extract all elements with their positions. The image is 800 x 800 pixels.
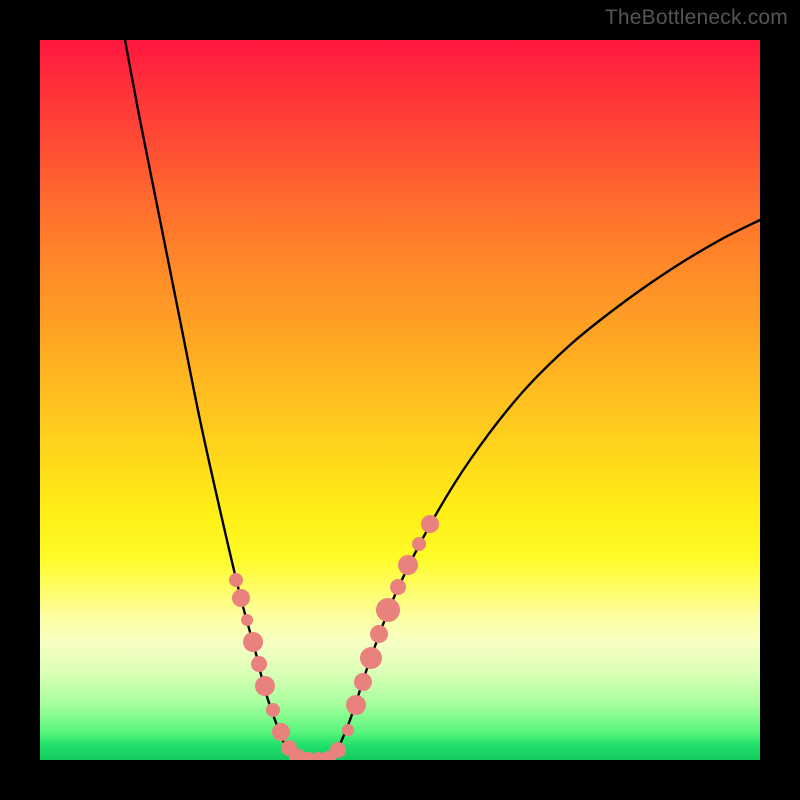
bottleneck-curve [125, 40, 760, 760]
chart-frame: TheBottleneck.com [0, 0, 800, 800]
highlight-dot [266, 703, 280, 717]
highlight-dot [421, 515, 439, 533]
highlight-dot [354, 673, 372, 691]
highlight-dot [376, 598, 400, 622]
highlight-dot [255, 676, 275, 696]
highlight-dot [241, 614, 253, 626]
watermark-text: TheBottleneck.com [605, 6, 788, 30]
curve-right-path [333, 220, 760, 760]
highlight-dot [412, 537, 426, 551]
highlight-dot [398, 555, 418, 575]
curve-left-path [125, 40, 295, 760]
curve-svg [40, 40, 760, 760]
highlight-dot [272, 723, 290, 741]
highlight-dots-group [229, 515, 439, 760]
highlight-dot [229, 573, 243, 587]
highlight-dot [243, 632, 263, 652]
highlight-dot [346, 695, 366, 715]
highlight-dot [360, 647, 382, 669]
highlight-dot [342, 724, 354, 736]
plot-area [40, 40, 760, 760]
highlight-dot [390, 579, 406, 595]
highlight-dot [251, 656, 267, 672]
highlight-dot [232, 589, 250, 607]
highlight-dot [370, 625, 388, 643]
highlight-dot [330, 742, 346, 758]
